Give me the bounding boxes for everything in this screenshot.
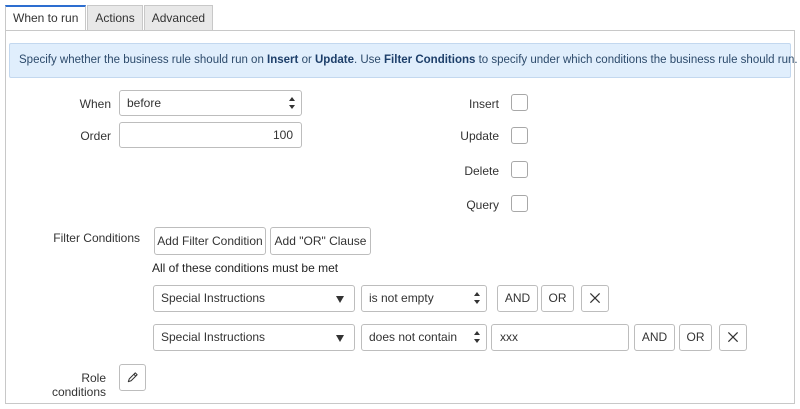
- updown-arrows-icon: [474, 292, 480, 304]
- insert-checkbox[interactable]: [511, 94, 528, 111]
- condition-2-operator-value: does not contain: [369, 330, 458, 344]
- condition-1-field-select[interactable]: Special Instructions: [153, 285, 355, 312]
- info-text-4: to specify under which conditions the bu…: [475, 54, 798, 66]
- condition-2-value-input[interactable]: xxx: [491, 324, 629, 351]
- filter-conditions-label: Filter Conditions: [53, 231, 140, 245]
- condition-1-field-value: Special Instructions: [161, 291, 266, 305]
- update-checkbox[interactable]: [511, 127, 528, 144]
- delete-checkbox[interactable]: [511, 161, 528, 178]
- when-label: When: [79, 97, 111, 111]
- add-or-clause-button[interactable]: Add "OR" Clause: [270, 227, 371, 255]
- condition-1-remove-button[interactable]: [581, 285, 609, 312]
- order-input[interactable]: 100: [119, 122, 302, 148]
- updown-arrows-icon: [474, 331, 480, 343]
- condition-2-field-select[interactable]: Special Instructions: [153, 324, 355, 351]
- caret-down-icon: [336, 335, 344, 342]
- when-select-value: before: [127, 96, 162, 110]
- all-conditions-met-text: All of these conditions must be met: [152, 261, 339, 275]
- condition-2-operator-select[interactable]: does not contain: [361, 324, 487, 351]
- tab-when-to-run[interactable]: When to run: [5, 5, 87, 31]
- info-bold-filter-conditions: Filter Conditions: [384, 54, 476, 66]
- update-label: Update: [460, 129, 499, 143]
- condition-1-operator-value: is not empty: [369, 291, 434, 305]
- close-icon: [589, 292, 601, 304]
- condition-1-and-button[interactable]: AND: [497, 285, 538, 312]
- delete-label: Delete: [464, 164, 499, 178]
- role-conditions-label: Role conditions: [51, 371, 106, 399]
- condition-2-remove-button[interactable]: [719, 324, 747, 351]
- add-filter-condition-button[interactable]: Add Filter Condition: [154, 227, 266, 255]
- insert-label: Insert: [468, 97, 499, 111]
- condition-2-or-button[interactable]: OR: [679, 324, 712, 351]
- info-message: Specify whether the business rule should…: [9, 43, 798, 78]
- condition-2-field-value: Special Instructions: [161, 330, 266, 344]
- tab-actions[interactable]: Actions: [87, 5, 143, 31]
- info-text-3: . Use: [353, 54, 385, 66]
- info-text-1: Specify whether the business rule should…: [19, 54, 268, 66]
- condition-1-or-button[interactable]: OR: [541, 285, 574, 312]
- when-to-run-panel: Specify whether the business rule should…: [5, 30, 798, 404]
- info-text-2: or: [298, 54, 315, 66]
- info-bold-insert: Insert: [267, 54, 299, 66]
- order-label: Order: [80, 129, 111, 143]
- pencil-icon: [127, 372, 138, 383]
- query-label: Query: [466, 198, 499, 212]
- tab-bar: When to run Actions Advanced: [5, 5, 214, 31]
- tab-advanced[interactable]: Advanced: [143, 5, 214, 31]
- close-icon: [727, 331, 739, 343]
- updown-arrows-icon: [289, 97, 295, 109]
- condition-1-operator-select[interactable]: is not empty: [361, 285, 487, 312]
- info-bold-update: Update: [315, 54, 354, 66]
- condition-2-and-button[interactable]: AND: [634, 324, 675, 351]
- query-checkbox[interactable]: [511, 195, 528, 212]
- caret-down-icon: [336, 296, 344, 303]
- when-select[interactable]: before: [119, 90, 302, 116]
- edit-role-conditions-button[interactable]: [119, 364, 146, 391]
